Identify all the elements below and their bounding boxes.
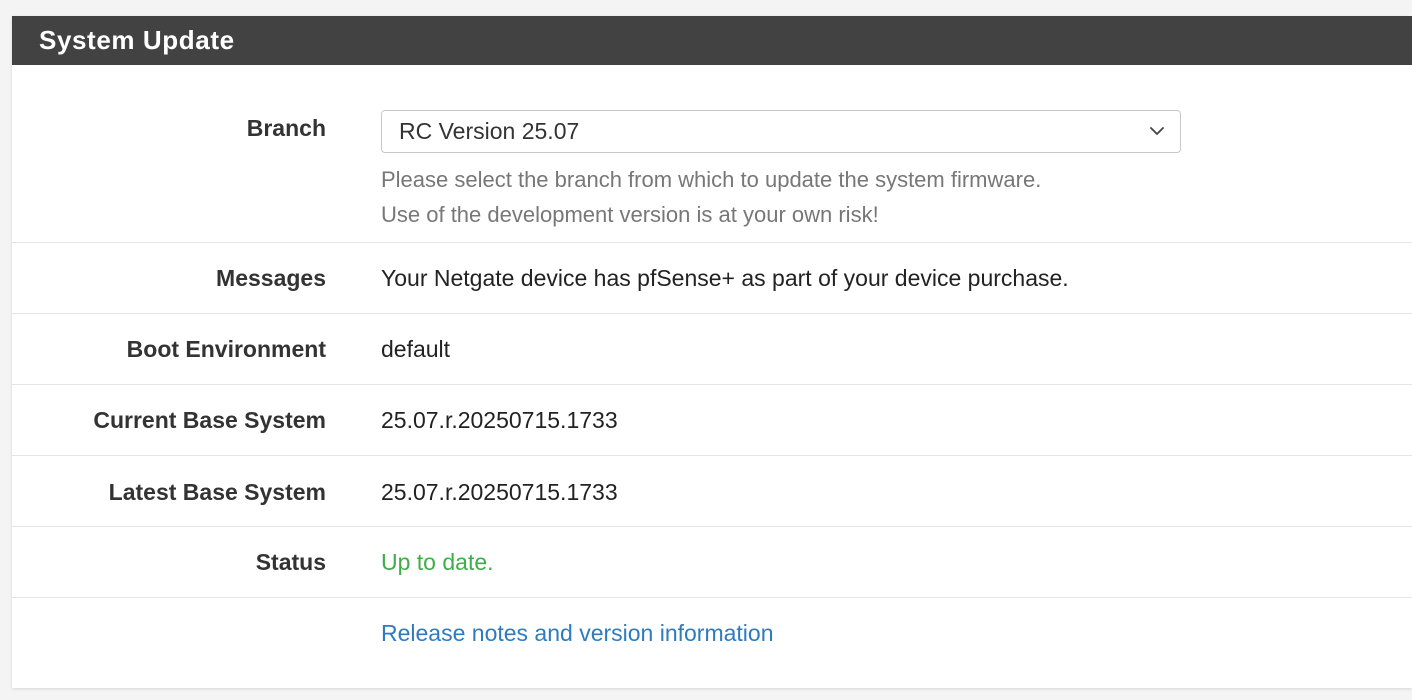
latest-base-system-row: Latest Base System 25.07.r.20250715.1733 bbox=[12, 456, 1412, 527]
current-base-system-row: Current Base System 25.07.r.20250715.173… bbox=[12, 385, 1412, 456]
current-base-system-value: 25.07.r.20250715.1733 bbox=[381, 407, 618, 433]
branch-help-text: Please select the branch from which to u… bbox=[381, 167, 1042, 192]
chevron-down-icon bbox=[1150, 127, 1164, 135]
messages-row: Messages Your Netgate device has pfSense… bbox=[12, 243, 1412, 314]
messages-label: Messages bbox=[216, 265, 326, 291]
branch-warning-text: Use of the development version is at you… bbox=[381, 202, 879, 227]
status-row: Status Up to date. bbox=[12, 527, 1412, 598]
latest-base-system-value: 25.07.r.20250715.1733 bbox=[381, 479, 618, 505]
branch-row: Branch RC Version 25.07 Please select th… bbox=[12, 65, 1412, 243]
system-update-panel: System Update Branch RC Version 25.07 Pl… bbox=[12, 16, 1412, 688]
branch-select[interactable]: RC Version 25.07 bbox=[381, 110, 1181, 153]
panel-title: System Update bbox=[12, 16, 1412, 65]
current-base-system-label: Current Base System bbox=[93, 407, 326, 433]
branch-select-value: RC Version 25.07 bbox=[399, 118, 580, 144]
release-notes-link[interactable]: Release notes and version information bbox=[381, 620, 774, 647]
status-value: Up to date. bbox=[381, 549, 494, 575]
status-label: Status bbox=[255, 549, 326, 575]
release-notes-row: Release notes and version information bbox=[12, 598, 1412, 669]
boot-environment-value: default bbox=[381, 336, 451, 362]
messages-value: Your Netgate device has pfSense+ as part… bbox=[381, 265, 1069, 291]
latest-base-system-label: Latest Base System bbox=[108, 479, 326, 505]
boot-environment-row: Boot Environment default bbox=[12, 314, 1412, 385]
boot-environment-label: Boot Environment bbox=[126, 336, 326, 362]
branch-label: Branch bbox=[246, 115, 326, 141]
